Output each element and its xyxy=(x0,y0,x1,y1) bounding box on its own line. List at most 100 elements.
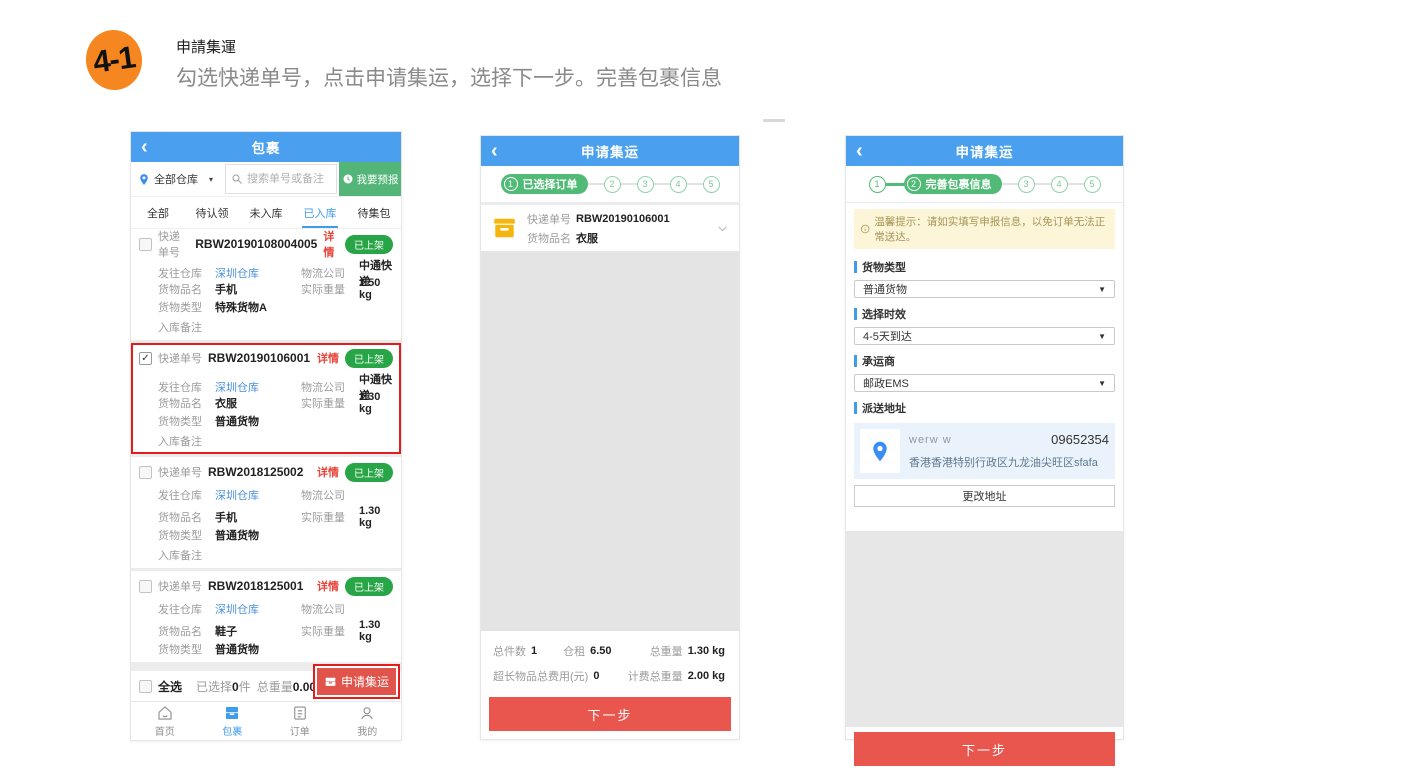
pieces-value: 1 xyxy=(531,645,537,657)
carrier-select[interactable]: 邮政EMS ▼ xyxy=(854,374,1115,392)
decorative-dash xyxy=(763,119,785,122)
cargo-type-select[interactable]: 普通货物 ▼ xyxy=(854,280,1115,298)
product-label: 货物品名 xyxy=(158,623,215,639)
warehouse-filter-value: 全部仓库 xyxy=(154,171,198,187)
product-label: 货物品名 xyxy=(158,281,215,297)
tab-not-in-warehouse[interactable]: 未入库 xyxy=(239,197,293,228)
weight-value: 1.50 kg xyxy=(359,277,393,301)
parcel-checkbox[interactable] xyxy=(139,580,152,593)
tabbar-package[interactable]: 包裹 xyxy=(199,702,267,740)
rent-label: 仓租 xyxy=(563,643,585,659)
parcel-card[interactable]: 快递单号 RBW2018125001 详情 已上架 发往仓库深圳仓库物流公司 货… xyxy=(131,571,401,662)
back-icon[interactable]: ‹ xyxy=(491,137,498,165)
back-icon[interactable]: ‹ xyxy=(141,133,148,161)
totals-summary: 总件数1 仓租6.50 总重量1.30 kg 超长物品总费用(元)0 计费总重量… xyxy=(481,630,739,692)
forecast-button[interactable]: 我要预报 xyxy=(339,162,401,196)
logistics-label: 物流公司 xyxy=(301,265,359,281)
page-title: 申请集运 xyxy=(581,141,639,161)
tracking-number: RBW2018125002 xyxy=(208,465,311,479)
search-box[interactable] xyxy=(225,164,337,194)
chevron-down-icon: ▼ xyxy=(1098,332,1106,341)
parcel-card-selected[interactable]: ✓ 快递单号 RBW20190106001 详情 已上架 发往仓库深圳仓库物流公… xyxy=(131,343,401,454)
tabbar-profile[interactable]: 我的 xyxy=(334,702,402,740)
tabbar-profile-label: 我的 xyxy=(357,723,377,738)
apply-consolidation-button[interactable]: 申请集运 xyxy=(317,668,396,695)
selected-count: 0 xyxy=(232,680,239,694)
warehouse-label: 发往仓库 xyxy=(158,379,215,395)
step-circle-done: 1 xyxy=(869,176,886,193)
next-step-button[interactable]: 下一步 xyxy=(854,732,1115,766)
step-connector xyxy=(1035,183,1051,185)
content-placeholder xyxy=(846,531,1123,727)
warehouse-label: 发往仓库 xyxy=(158,487,215,503)
parcel-card[interactable]: 快递单号 RBW2018125002 详情 已上架 发往仓库深圳仓库物流公司 货… xyxy=(131,457,401,568)
profile-icon xyxy=(358,704,376,722)
change-address-button[interactable]: 更改地址 xyxy=(854,485,1115,507)
parcel-checkbox-checked[interactable]: ✓ xyxy=(139,352,152,365)
selected-parcel-card[interactable]: 快递单号RBW20190106001 货物品名衣服 xyxy=(481,205,739,252)
remark-label: 入库备注 xyxy=(158,319,215,335)
detail-link[interactable]: 详情 xyxy=(323,229,339,260)
remark-label: 入库备注 xyxy=(158,433,215,449)
detail-link[interactable]: 详情 xyxy=(317,578,339,594)
warehouse-label: 发往仓库 xyxy=(158,601,215,617)
carrier-value: 邮政EMS xyxy=(863,375,909,391)
step-connector xyxy=(621,183,637,185)
logistics-label: 物流公司 xyxy=(301,487,359,503)
status-badge: 已上架 xyxy=(345,463,393,482)
tabbar-home[interactable]: 首页 xyxy=(131,702,199,740)
type-label: 货物类型 xyxy=(158,527,215,543)
warehouse-link[interactable]: 深圳仓库 xyxy=(215,487,301,503)
overlong-fee-value: 0 xyxy=(593,670,599,682)
chevron-down-icon[interactable] xyxy=(716,222,729,235)
tab-to-claim[interactable]: 待认领 xyxy=(185,197,239,228)
tracking-number: RBW20190106001 xyxy=(208,351,311,365)
tab-to-pack[interactable]: 待集包 xyxy=(347,197,401,228)
select-all-checkbox[interactable] xyxy=(139,680,152,693)
selected-prefix: 已选择 xyxy=(196,680,232,694)
parcel-list: 快递单号 RBW20190108004005 详情 已上架 发往仓库深圳仓库物流… xyxy=(131,229,401,670)
search-icon xyxy=(231,173,243,185)
step-label: 已选择订单 xyxy=(523,176,578,192)
package-icon xyxy=(223,704,241,722)
logistics-label: 物流公司 xyxy=(301,601,359,617)
step-label: 完善包裹信息 xyxy=(926,176,992,192)
tabbar-orders[interactable]: 订单 xyxy=(266,702,334,740)
check-mark-icon: ✓ xyxy=(141,353,149,364)
detail-link[interactable]: 详情 xyxy=(317,350,339,366)
back-icon[interactable]: ‹ xyxy=(856,137,863,165)
next-step-button[interactable]: 下一步 xyxy=(489,697,731,731)
tracking-number: RBW2018125001 xyxy=(208,579,311,593)
warehouse-link[interactable]: 深圳仓库 xyxy=(215,601,301,617)
tutorial-title: 申請集運 xyxy=(176,36,236,57)
type-label: 货物类型 xyxy=(158,641,215,657)
clock-icon xyxy=(342,173,354,185)
warehouse-link[interactable]: 深圳仓库 xyxy=(215,379,301,395)
total-weight-label: 总重量 xyxy=(257,680,293,694)
chevron-down-icon: ▼ xyxy=(1098,285,1106,294)
parcel-checkbox[interactable] xyxy=(139,238,152,251)
order-list-icon xyxy=(291,704,309,722)
address-card[interactable]: werw w 09652354 香港香港特别行政区九龙油尖旺区sfafa xyxy=(854,423,1115,479)
search-input[interactable] xyxy=(247,173,331,185)
tab-in-warehouse[interactable]: 已入库 xyxy=(293,197,347,228)
parcel-checkbox[interactable] xyxy=(139,466,152,479)
billable-weight-label: 计费总重量 xyxy=(628,668,683,684)
step-circle: 4 xyxy=(670,176,687,193)
detail-link[interactable]: 详情 xyxy=(317,464,339,480)
tab-all[interactable]: 全部 xyxy=(131,197,185,228)
warehouse-filter-dropdown[interactable]: 全部仓库 ▾ xyxy=(131,162,223,196)
recipient-phone: 09652354 xyxy=(1051,432,1109,447)
tabbar-orders-label: 订单 xyxy=(290,723,310,738)
apply-button-annotation: 申请集运 xyxy=(313,664,400,699)
location-pin-icon xyxy=(871,440,889,463)
tracking-label: 快递单号 xyxy=(158,464,202,480)
parcel-card[interactable]: 快递单号 RBW20190108004005 详情 已上架 发往仓库深圳仓库物流… xyxy=(131,229,401,340)
delivery-time-select[interactable]: 4-5天到达 ▼ xyxy=(854,327,1115,345)
warehouse-link[interactable]: 深圳仓库 xyxy=(215,265,301,281)
product-value: 衣服 xyxy=(576,230,598,246)
selection-action-bar: 全选 已选择0件 总重量0.00kg 申请集运 xyxy=(131,670,401,701)
type-value: 普通货物 xyxy=(215,641,301,657)
page-title: 包裹 xyxy=(252,137,281,157)
step-connector xyxy=(588,183,604,185)
